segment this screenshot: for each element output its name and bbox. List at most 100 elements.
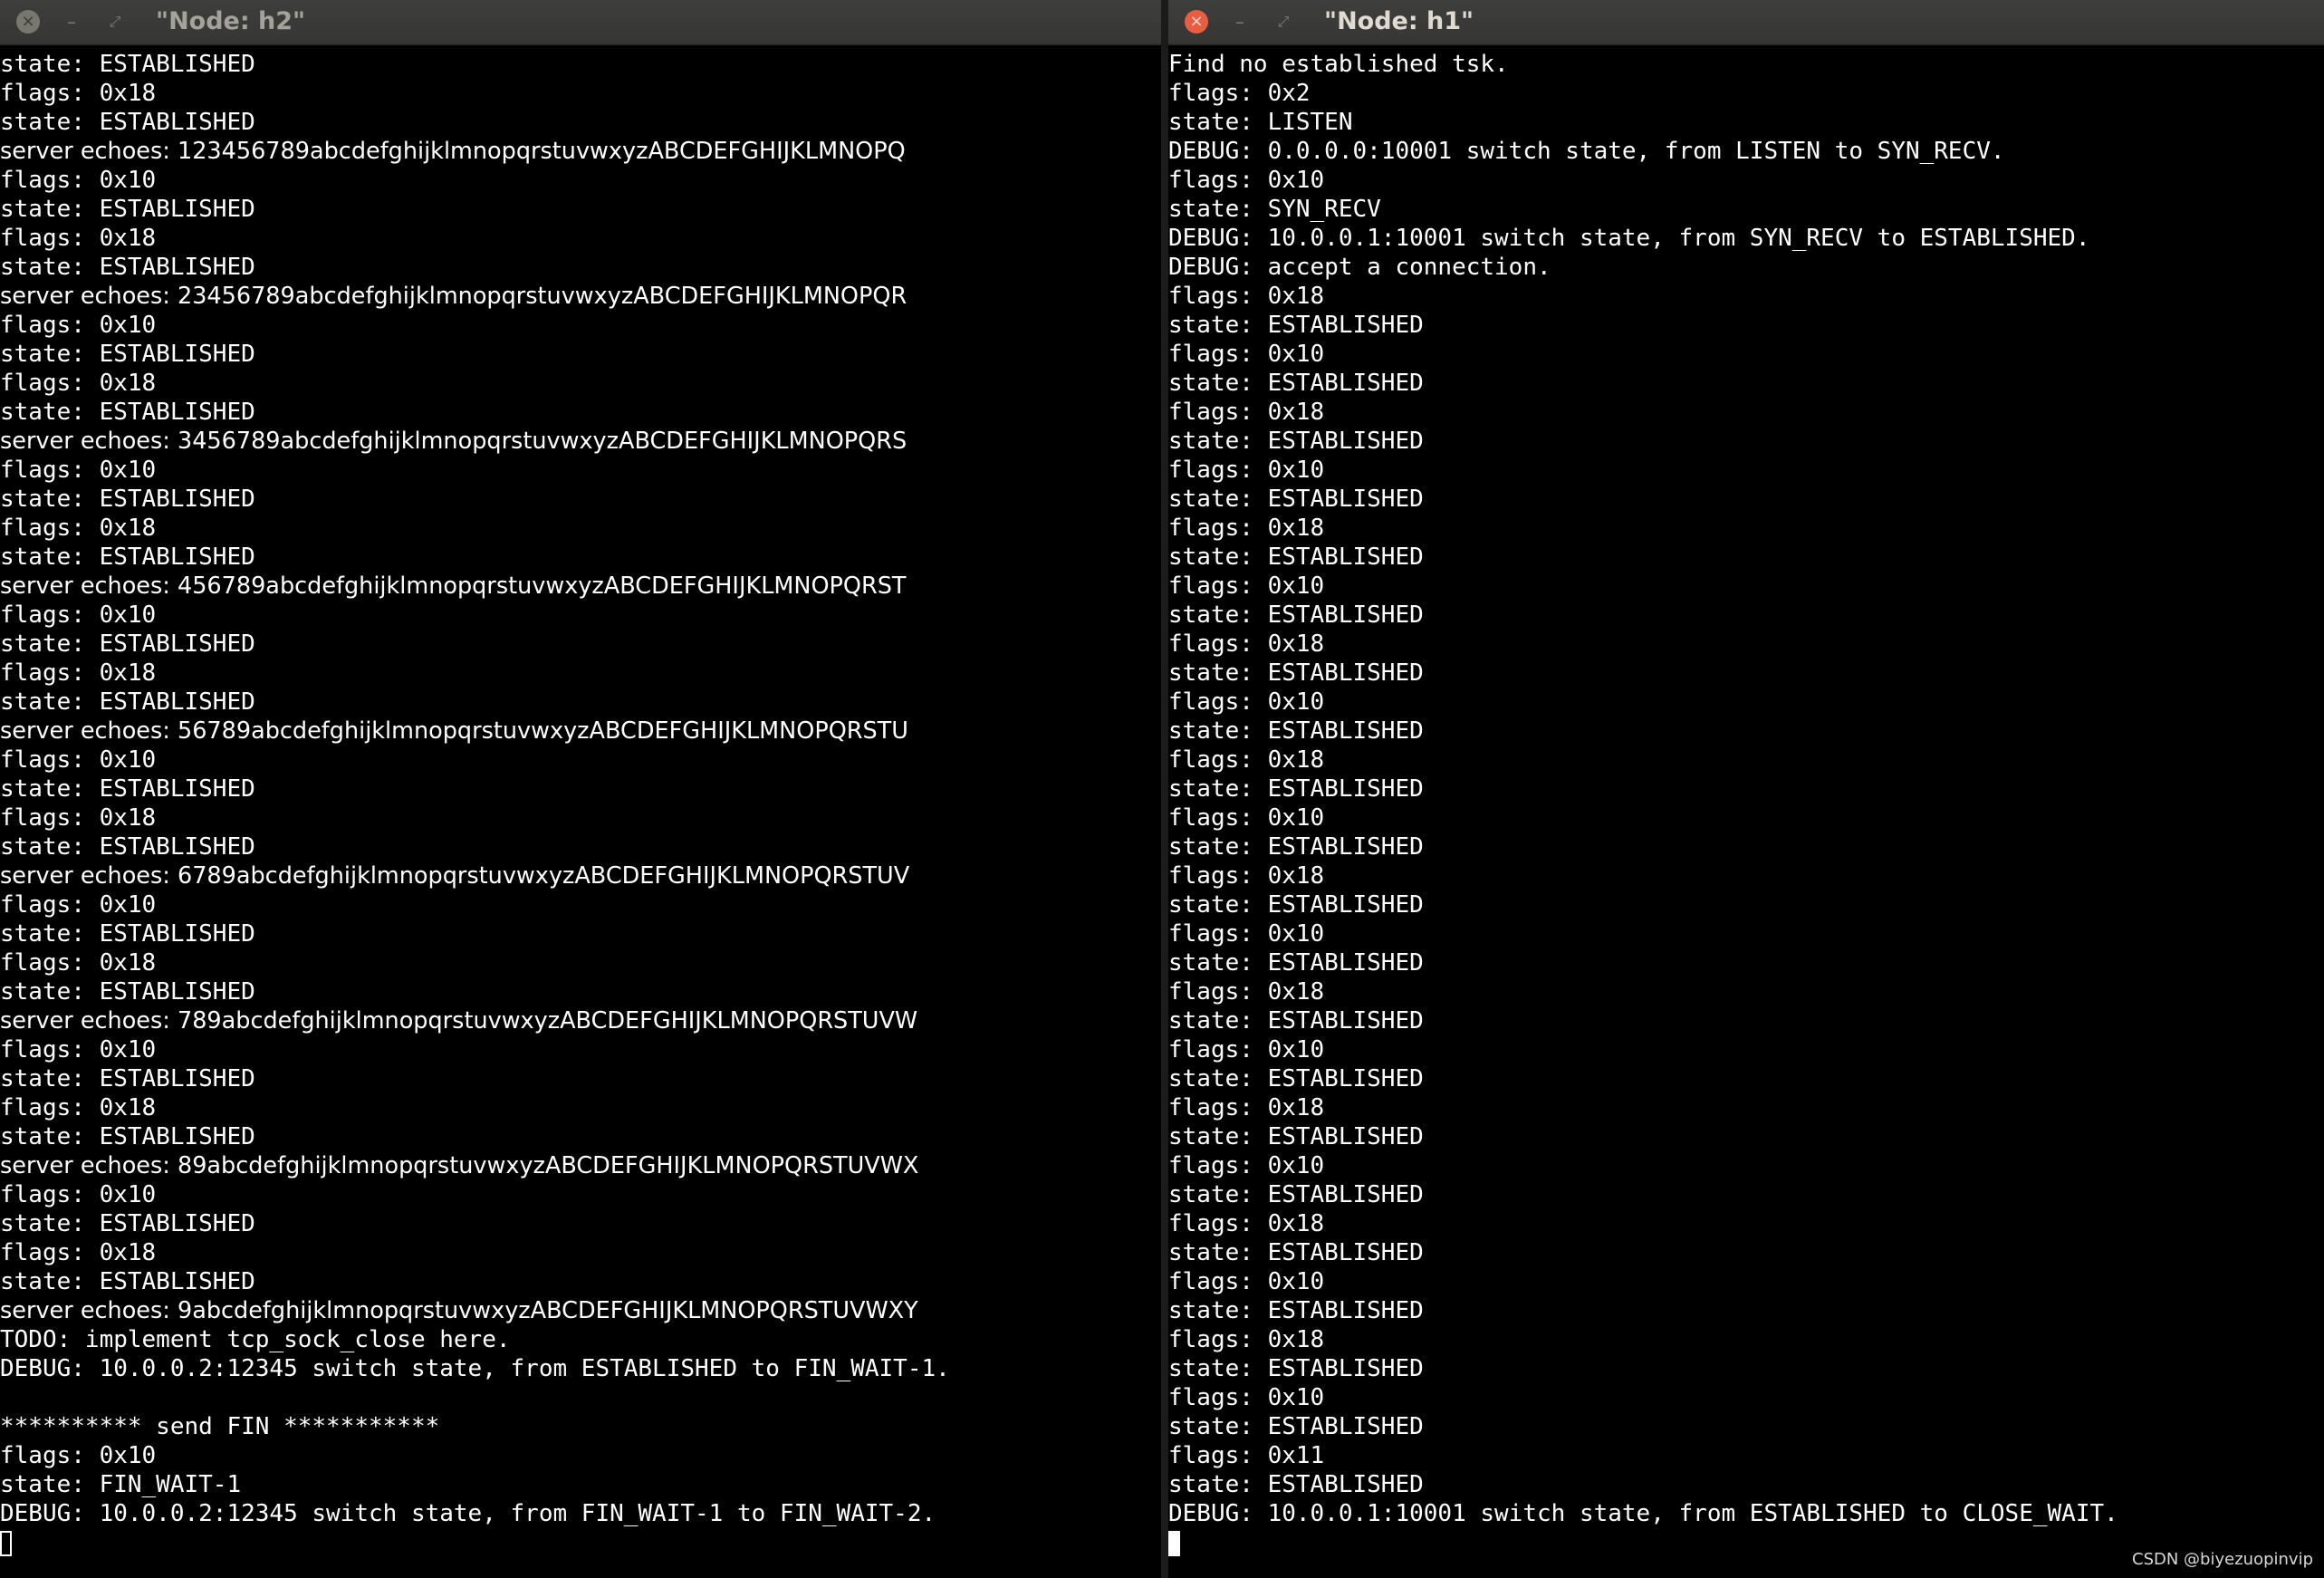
terminal-line: flags: 0x18 [1168,630,1325,658]
terminal-line: state: ESTABLISHED [1168,717,1424,745]
terminal-line: state: ESTABLISHED [1168,1123,1424,1150]
terminal-line: flags: 0x18 [1168,746,1325,774]
terminal-line: flags: 0x10 [0,1442,157,1469]
terminal-line: state: ESTABLISHED [1168,833,1424,861]
terminal-line: flags: 0x10 [0,1181,157,1208]
minimize-icon[interactable]: – [60,10,83,34]
desktop: × – ⤢ "Node: h2" state: ESTABLISHED flags… [0,0,2324,1578]
terminal-line: DEBUG: 10.0.0.2:12345 switch state, from… [0,1500,936,1527]
prompt-line[interactable] [0,1528,1161,1557]
terminal-line: state: ESTABLISHED [0,630,255,658]
terminal-line: flags: 0x10 [0,601,157,629]
terminal-line: state: ESTABLISHED [1168,544,1424,571]
terminal-line: state: ESTABLISHED [0,1268,255,1295]
terminal-line: state: ESTABLISHED [0,341,255,368]
terminal-line: state: ESTABLISHED [1168,659,1424,687]
terminal-line: Find no established tsk. [1168,51,1509,78]
terminal-window-h2[interactable]: × – ⤢ "Node: h2" state: ESTABLISHED flags… [0,0,1161,1578]
terminal-line: state: SYN_RECV [1168,196,1381,223]
terminal-line: state: ESTABLISHED [1168,1471,1424,1498]
terminal-line: server echoes: 23456789abcdefghijklmnopq… [0,283,908,310]
terminal-line: server echoes: 9abcdefghijklmnopqrstuvwx… [0,1297,918,1324]
titlebar[interactable]: × – ⤢ "Node: h1" [1168,0,2324,45]
terminal-line: flags: 0x18 [0,1239,157,1266]
terminal-line: state: ESTABLISHED [0,486,255,513]
maximize-icon[interactable]: ⤢ [1272,10,1295,34]
cursor-icon [0,1530,12,1556]
terminal-line: state: ESTABLISHED [1168,428,1424,455]
terminal-line: flags: 0x18 [0,949,157,977]
terminal-line: flags: 0x11 [1168,1442,1325,1469]
terminal-line: flags: 0x10 [1168,457,1325,484]
terminal-output[interactable]: Find no established tsk. flags: 0x2 state:… [1168,50,2324,1578]
terminal-line: server echoes: 789abcdefghijklmnopqrstuv… [0,1007,918,1034]
terminal-line: flags: 0x10 [0,891,157,919]
terminal-line: server echoes: 123456789abcdefghijklmnop… [0,138,906,165]
terminal-line: state: ESTABLISHED [0,254,255,281]
terminal-line: flags: 0x10 [1168,920,1325,948]
terminal-line: state: ESTABLISHED [0,1123,255,1150]
terminal-line: flags: 0x10 [1168,573,1325,600]
terminal-line: flags: 0x18 [1168,515,1325,542]
terminal-line: state: ESTABLISHED [0,1065,255,1092]
terminal-line: flags: 0x18 [1168,978,1325,1005]
terminal-line: flags: 0x10 [0,1036,157,1063]
terminal-line: state: ESTABLISHED [1168,601,1424,629]
terminal-line: DEBUG: 10.0.0.1:10001 switch state, from… [1168,225,2090,252]
terminal-line: DEBUG: 10.0.0.2:12345 switch state, from… [0,1355,950,1382]
terminal-line: server echoes: 89abcdefghijklmnopqrstuvw… [0,1152,919,1179]
terminal-line: flags: 0x18 [1168,399,1325,426]
terminal-line: ********** send FIN *********** [0,1413,440,1440]
terminal-line: state: ESTABLISHED [1168,1065,1424,1092]
terminal-line: state: ESTABLISHED [0,399,255,426]
terminal-line: flags: 0x10 [0,746,157,774]
terminal-window-h1[interactable]: × – ⤢ "Node: h1" Find no established tsk… [1168,0,2324,1578]
terminal-line: flags: 0x18 [0,659,157,687]
terminal-line: state: ESTABLISHED [0,544,255,571]
close-icon[interactable]: × [16,10,40,34]
window-divider [1161,0,1168,1578]
terminal-line: flags: 0x18 [0,1094,157,1121]
terminal-line: flags: 0x10 [1168,1152,1325,1179]
terminal-line: DEBUG: 0.0.0.0:10001 switch state, from … [1168,138,2005,165]
terminal-line: flags: 0x10 [0,167,157,194]
terminal-line: state: ESTABLISHED [0,109,255,136]
terminal-line: flags: 0x10 [1168,804,1325,832]
terminal-line: flags: 0x18 [1168,283,1325,310]
titlebar[interactable]: × – ⤢ "Node: h2" [0,0,1161,45]
terminal-line: flags: 0x18 [0,80,157,107]
watermark: CSDN @biyezuopinvip [2132,1550,2313,1569]
terminal-line: state: ESTABLISHED [1168,1413,1424,1440]
terminal-line: flags: 0x18 [1168,862,1325,890]
terminal-line: state: ESTABLISHED [0,978,255,1005]
cursor-icon [1168,1530,1180,1556]
terminal-line: flags: 0x10 [1168,1036,1325,1063]
terminal-line: flags: 0x10 [0,312,157,339]
terminal-line: state: ESTABLISHED [0,833,255,861]
terminal-line: flags: 0x10 [0,457,157,484]
terminal-line: state: ESTABLISHED [0,688,255,716]
terminal-line: flags: 0x18 [1168,1326,1325,1353]
terminal-line: state: ESTABLISHED [1168,891,1424,919]
terminal-line: state: ESTABLISHED [0,1210,255,1237]
minimize-icon[interactable]: – [1228,10,1252,34]
terminal-line: DEBUG: accept a connection. [1168,254,1551,281]
terminal-line: state: ESTABLISHED [1168,486,1424,513]
terminal-output[interactable]: state: ESTABLISHED flags: 0x18 state: ESTA… [0,50,1161,1578]
close-icon[interactable]: × [1185,10,1208,34]
terminal-line: state: ESTABLISHED [1168,370,1424,397]
terminal-line: state: ESTABLISHED [0,51,255,78]
terminal-line: server echoes: 456789abcdefghijklmnopqrs… [0,573,907,600]
terminal-line: state: ESTABLISHED [1168,312,1424,339]
terminal-line: state: ESTABLISHED [0,196,255,223]
terminal-line: flags: 0x2 [1168,80,1311,107]
terminal-line: state: ESTABLISHED [0,920,255,948]
terminal-line: flags: 0x18 [1168,1210,1325,1237]
window-title: "Node: h1" [1324,7,1474,35]
terminal-line: server echoes: 6789abcdefghijklmnopqrstu… [0,862,910,890]
terminal-line: flags: 0x10 [1168,1268,1325,1295]
terminal-line: flags: 0x10 [1168,1384,1325,1411]
maximize-icon[interactable]: ⤢ [103,10,127,34]
window-title: "Node: h2" [156,7,306,35]
